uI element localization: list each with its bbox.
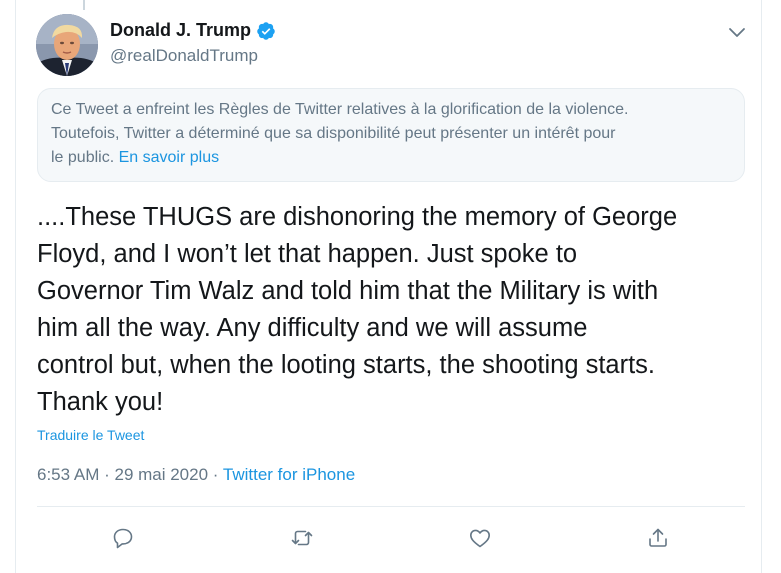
reply-button[interactable] [107,522,139,554]
meta-separator: · [208,465,223,484]
tweet-text-line: Floyd, and I won’t let that happen. Just… [37,240,578,268]
notice-line-3: le public. En savoir plus [51,146,731,170]
share-button[interactable] [642,522,674,554]
more-options-button[interactable] [725,20,749,44]
tweet-text-line: Governor Tim Walz and told him that the … [37,277,659,305]
avatar[interactable] [36,14,98,76]
reply-icon [113,528,133,549]
author-name-text: Donald J. Trump [110,20,252,40]
author-handle[interactable]: @realDonaldTrump [110,46,258,66]
tweet-text: ....These THUGS are dishonoring the memo… [37,199,757,421]
tweet-date[interactable]: 29 mai 2020 [114,465,208,484]
tweet-time[interactable]: 6:53 AM [37,465,99,484]
tweet-text-line: ....These THUGS are dishonoring the memo… [37,203,678,231]
divider [37,506,745,507]
learn-more-link[interactable]: En savoir plus [119,149,220,166]
like-icon [470,529,490,548]
retweet-button[interactable] [286,522,318,554]
notice-line-1: Ce Tweet a enfreint les Règles de Twitte… [51,101,629,118]
avatar-image [36,14,98,76]
share-icon [649,528,667,547]
violation-notice: Ce Tweet a enfreint les Règles de Twitte… [37,88,745,182]
author-name[interactable]: Donald J. Trump [110,20,276,41]
tweet-text-line: him all the way. Any difficulty and we w… [37,314,588,342]
thread-line [83,0,85,10]
notice-line-2: Toutefois, Twitter a déterminé que sa di… [51,125,616,142]
verified-badge-icon [257,21,275,40]
notice-line-3-text: le public. [51,149,119,166]
tweet-text-line: control but, when the looting starts, th… [37,351,656,379]
like-button[interactable] [464,522,496,554]
chevron-down-icon [729,28,745,37]
tweet-text-line: Thank you! [37,388,164,416]
retweet-icon [291,530,313,546]
meta-separator: · [99,465,115,484]
tweet-source-link[interactable]: Twitter for iPhone [223,465,355,484]
tweet-meta: 6:53 AM · 29 mai 2020 · Twitter for iPho… [37,465,355,485]
translate-tweet-link[interactable]: Traduire le Tweet [37,427,144,443]
tweet-card: Donald J. Trump @realDonaldTrump Ce Twee… [15,0,762,573]
